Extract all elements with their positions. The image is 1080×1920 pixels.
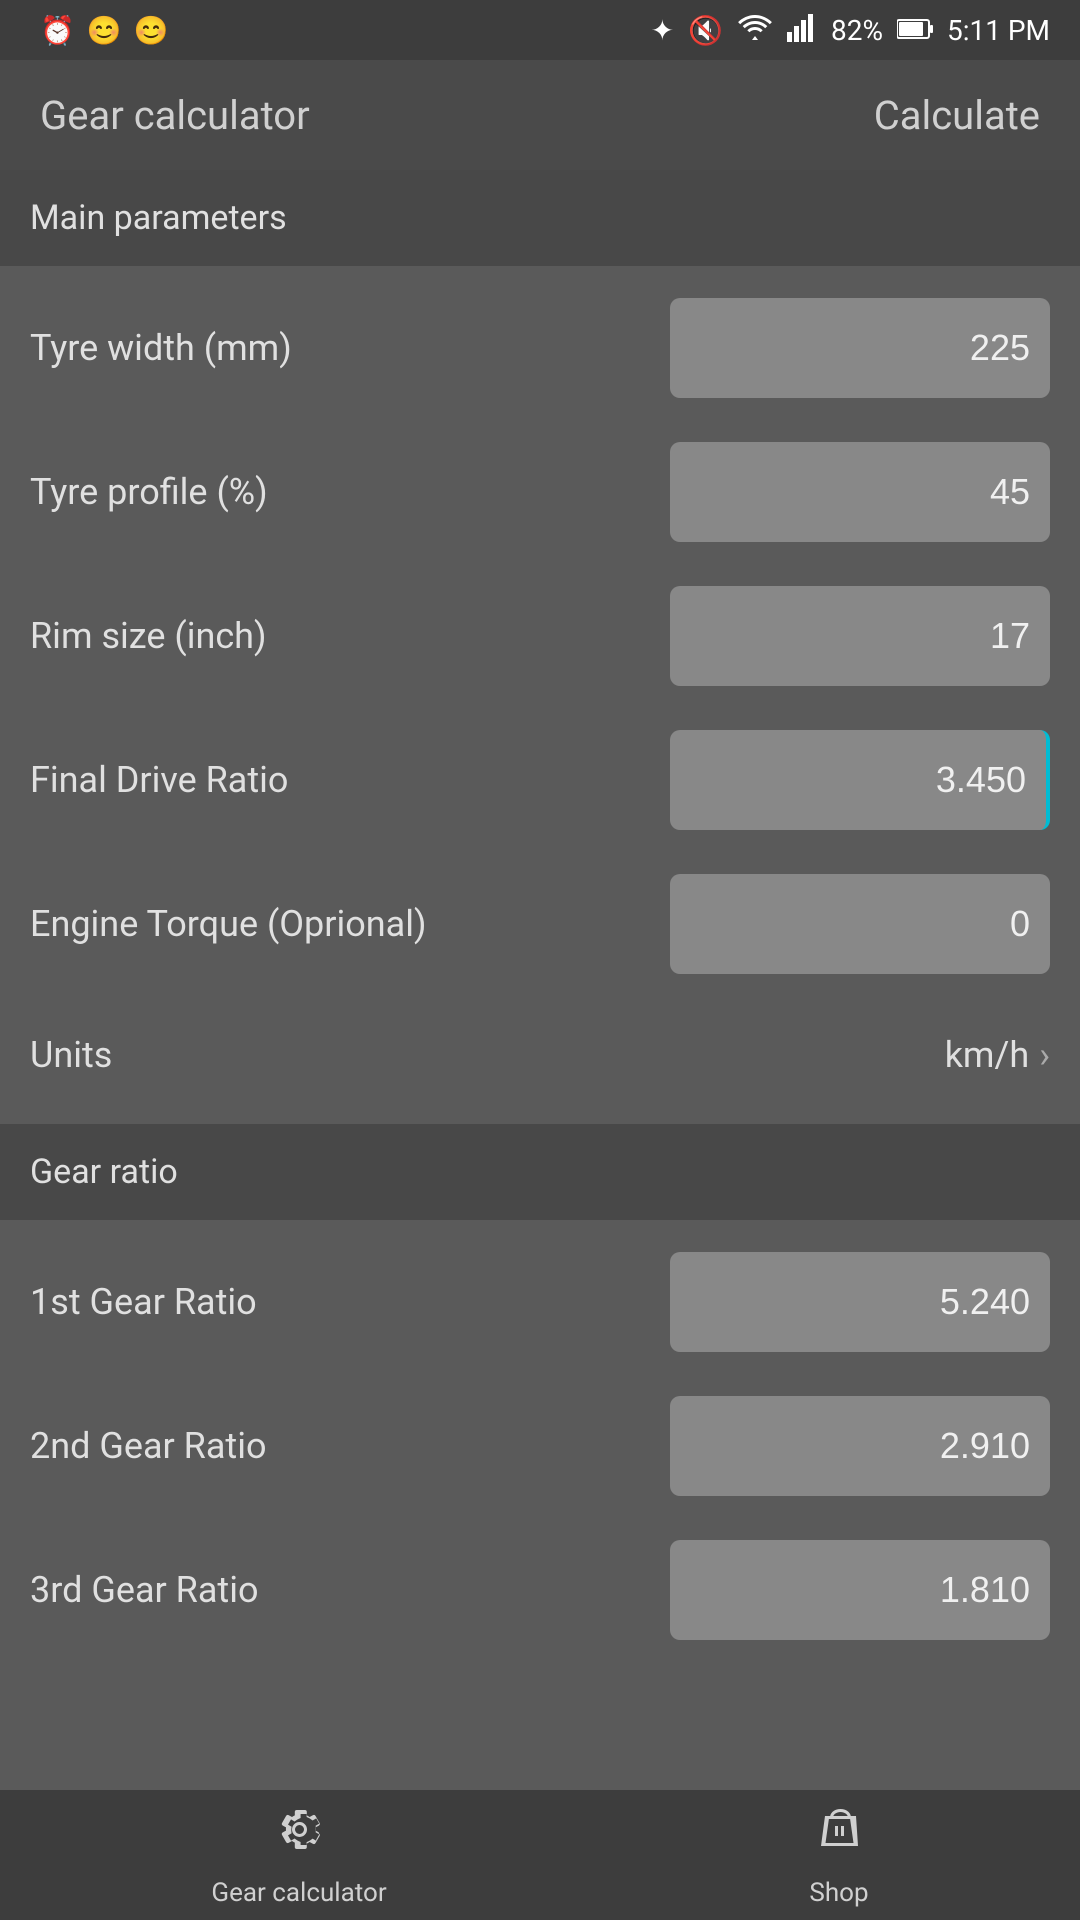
units-value-text: km/h	[945, 1034, 1030, 1076]
calculate-button[interactable]: Calculate	[874, 92, 1040, 139]
units-row: Units km/h ›	[0, 996, 1080, 1114]
mute-icon: 🔇	[688, 14, 723, 47]
status-bar-left: ⏰ 😊 😊	[40, 14, 169, 47]
gear-ratio-label: Gear ratio	[30, 1152, 178, 1192]
units-label: Units	[30, 1034, 112, 1076]
gear1-label: 1st Gear Ratio	[30, 1281, 670, 1323]
time-display: 5:11 PM	[947, 14, 1050, 47]
gear-ratio-content: 1st Gear Ratio 2nd Gear Ratio 3rd Gear R…	[0, 1220, 1080, 1672]
final-drive-input[interactable]	[670, 730, 1050, 830]
main-params-label: Main parameters	[30, 198, 287, 238]
rim-size-input[interactable]	[670, 586, 1050, 686]
shop-nav-label: Shop	[809, 1878, 868, 1908]
gear1-row: 1st Gear Ratio	[0, 1230, 1080, 1374]
engine-torque-input[interactable]	[670, 874, 1050, 974]
main-scroll-area: Main parameters Tyre width (mm) Tyre pro…	[0, 170, 1080, 1790]
gear-calculator-icon	[272, 1802, 327, 1870]
tyre-width-row: Tyre width (mm)	[0, 276, 1080, 420]
gear1-input[interactable]	[670, 1252, 1050, 1352]
tyre-profile-label: Tyre profile (%)	[30, 471, 670, 513]
tyre-width-label: Tyre width (mm)	[30, 327, 670, 369]
tyre-profile-row: Tyre profile (%)	[0, 420, 1080, 564]
engine-torque-label: Engine Torque (Oprional)	[30, 903, 670, 945]
wifi-icon	[737, 12, 773, 49]
bluetooth-icon: ✦	[651, 14, 674, 47]
battery-icon	[897, 14, 933, 47]
gear3-input[interactable]	[670, 1540, 1050, 1640]
chevron-right-icon: ›	[1039, 1034, 1050, 1076]
bottom-nav: Gear calculator Shop	[0, 1790, 1080, 1920]
app-icon-2: 😊	[134, 14, 169, 47]
app-icon-1: 😊	[87, 14, 122, 47]
rim-size-label: Rim size (inch)	[30, 615, 670, 657]
tyre-width-input[interactable]	[670, 298, 1050, 398]
final-drive-row: Final Drive Ratio	[0, 708, 1080, 852]
alarm-icon: ⏰	[40, 14, 75, 47]
status-bar-right: ✦ 🔇 82% 5:11 PM	[651, 12, 1050, 49]
units-selector[interactable]: km/h ›	[945, 1034, 1050, 1076]
shop-icon	[812, 1802, 867, 1870]
nav-item-shop[interactable]: Shop	[809, 1802, 868, 1908]
gear3-row: 3rd Gear Ratio	[0, 1518, 1080, 1662]
gear-calculator-nav-label: Gear calculator	[211, 1878, 386, 1908]
main-params-section-header: Main parameters	[0, 170, 1080, 266]
engine-torque-row: Engine Torque (Oprional)	[0, 852, 1080, 996]
tyre-profile-input[interactable]	[670, 442, 1050, 542]
final-drive-label: Final Drive Ratio	[30, 759, 670, 801]
gear2-label: 2nd Gear Ratio	[30, 1425, 670, 1467]
gear3-label: 3rd Gear Ratio	[30, 1569, 670, 1611]
app-bar: Gear calculator Calculate	[0, 60, 1080, 170]
app-title: Gear calculator	[40, 92, 310, 139]
gear-ratio-section-header: Gear ratio	[0, 1124, 1080, 1220]
signal-icon	[787, 12, 817, 49]
main-params-content: Tyre width (mm) Tyre profile (%) Rim siz…	[0, 266, 1080, 1124]
gear2-row: 2nd Gear Ratio	[0, 1374, 1080, 1518]
rim-size-row: Rim size (inch)	[0, 564, 1080, 708]
gear2-input[interactable]	[670, 1396, 1050, 1496]
nav-item-gear-calculator[interactable]: Gear calculator	[211, 1802, 386, 1908]
status-bar: ⏰ 😊 😊 ✦ 🔇 82%	[0, 0, 1080, 60]
battery-percentage: 82%	[831, 14, 883, 47]
